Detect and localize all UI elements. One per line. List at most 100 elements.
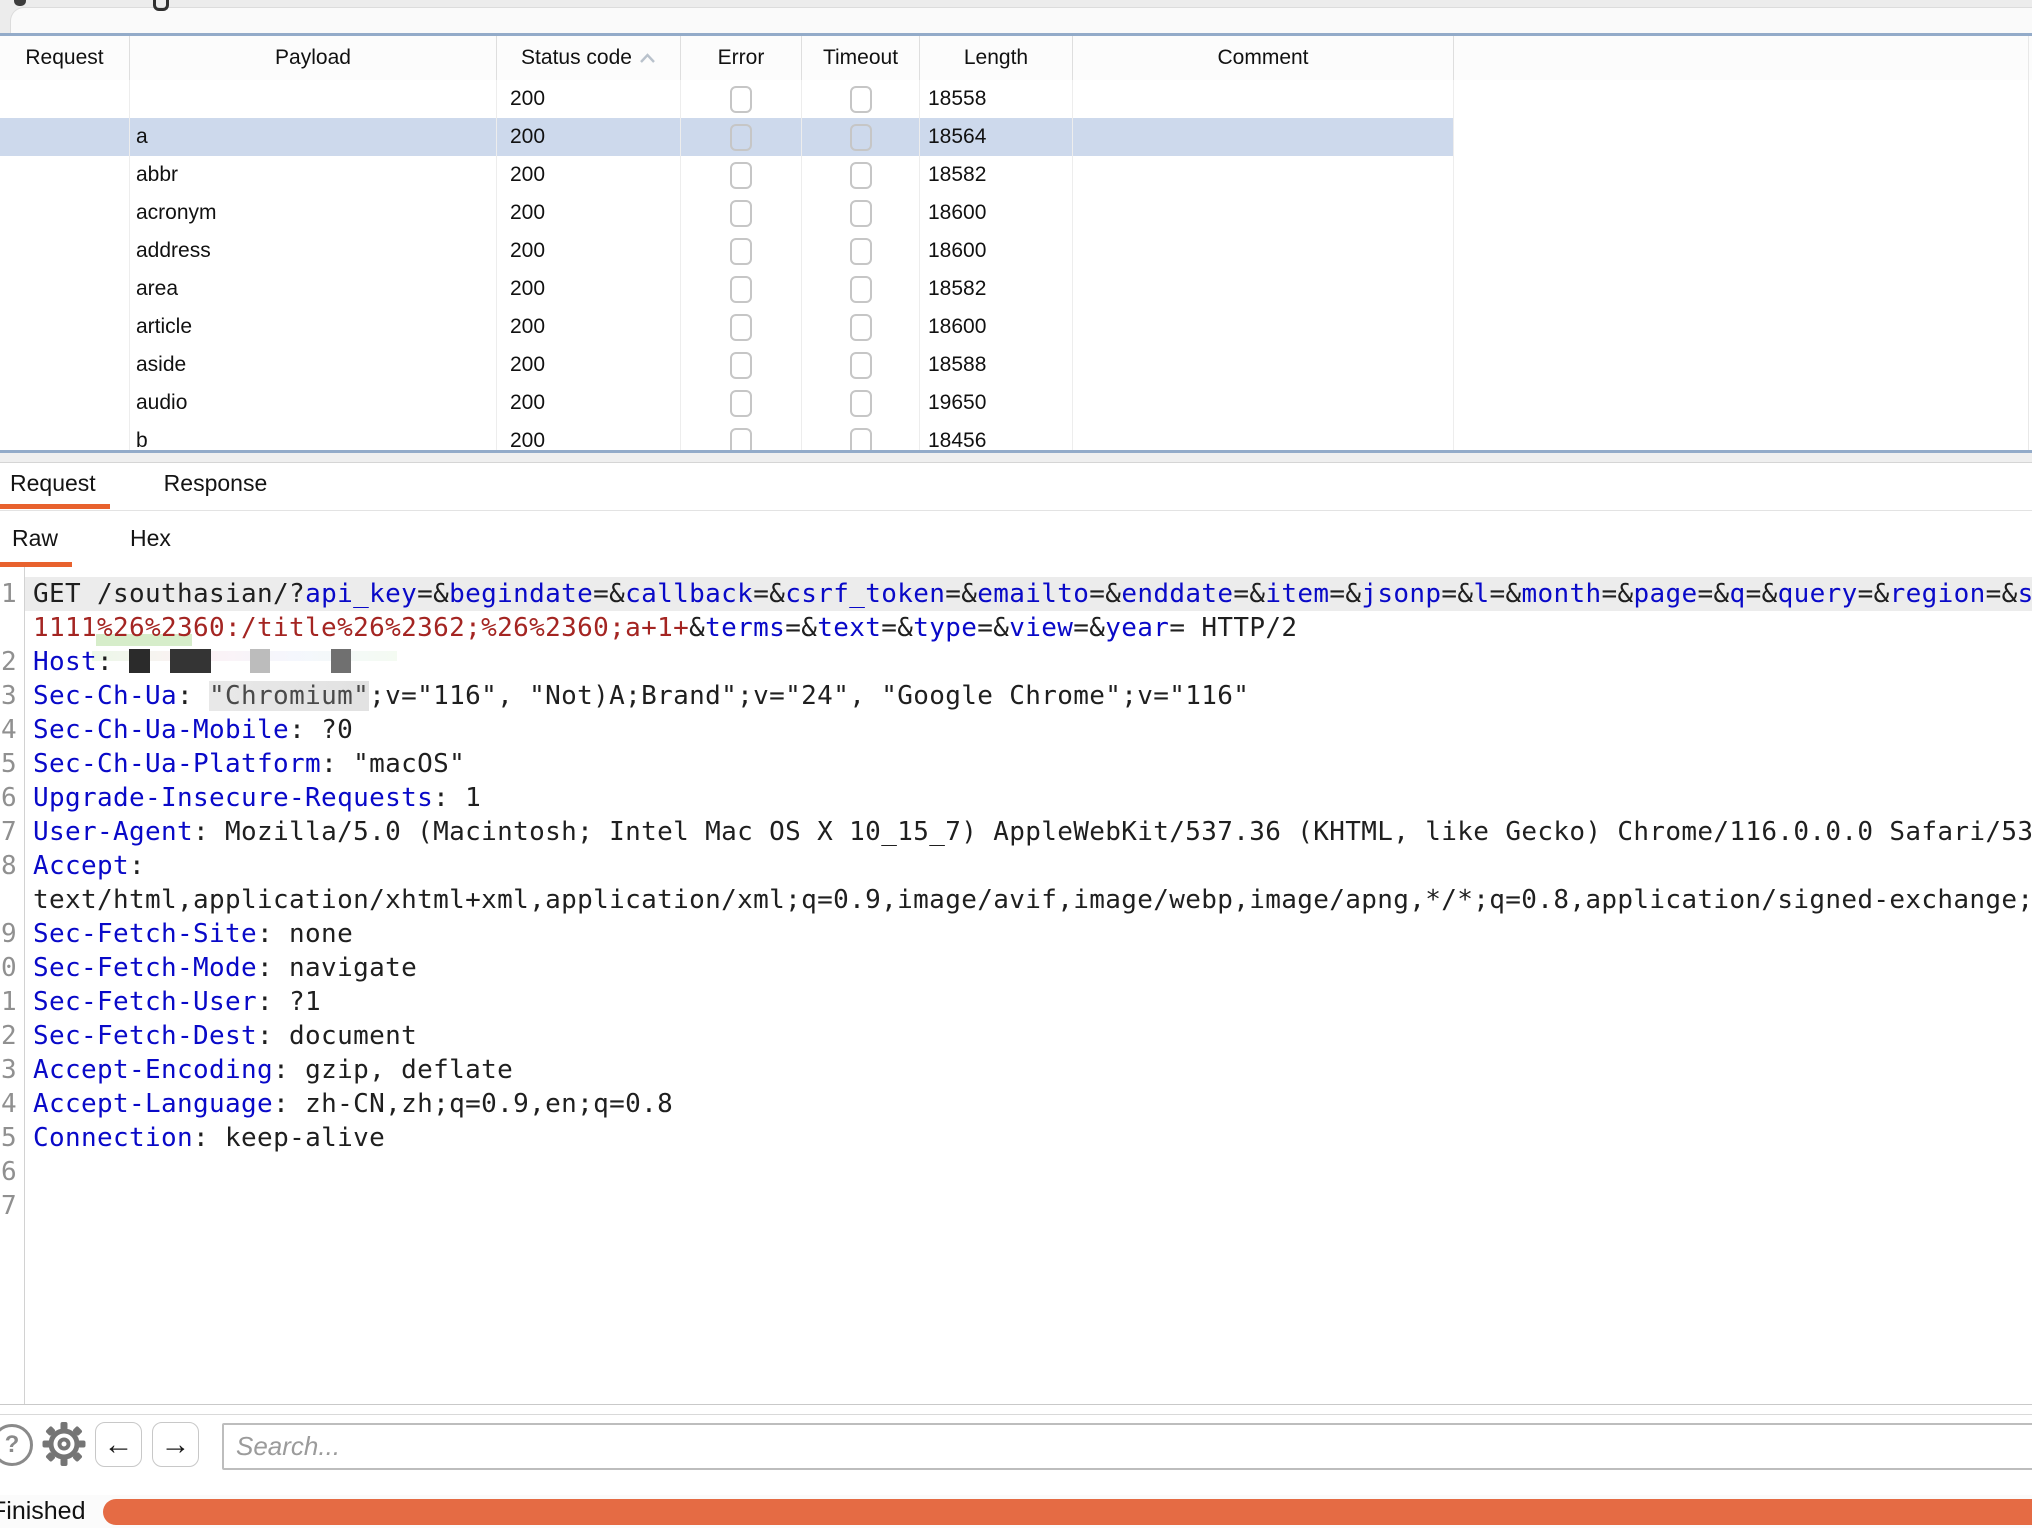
toolbar-divider — [0, 1404, 2032, 1405]
token: page — [1634, 579, 1698, 609]
request-editor[interactable]: 1GET /southasian/?api_key=&begindate=&ca… — [0, 567, 2032, 1404]
request-cell — [0, 346, 130, 384]
error-checkbox[interactable] — [730, 314, 752, 341]
timeout-checkbox[interactable] — [850, 86, 872, 113]
left-arrow-icon: ← — [104, 1428, 134, 1462]
comment-cell — [1073, 270, 1454, 308]
header-filler — [1454, 36, 2032, 80]
token: : none — [257, 919, 353, 949]
table-row[interactable]: abbr 200 18582 — [0, 156, 1454, 194]
timeout-checkbox[interactable] — [850, 162, 872, 189]
timeout-checkbox[interactable] — [850, 428, 872, 451]
status-value: 200 — [510, 353, 545, 376]
error-checkbox[interactable] — [730, 162, 752, 189]
status-cell: 200 — [497, 118, 681, 156]
status-value: 200 — [510, 315, 545, 338]
token: =& — [593, 579, 625, 609]
error-cell — [681, 80, 802, 118]
request-line: 5Connection: keep-alive — [0, 1121, 2032, 1155]
line-content: Sec-Ch-Ua-Platform: "macOS" — [33, 747, 465, 781]
horizontal-splitter[interactable] — [0, 453, 2032, 463]
request-cell — [0, 80, 130, 118]
error-cell — [681, 232, 802, 270]
line-number: 7 — [0, 1189, 17, 1223]
sort-ascending-icon — [639, 53, 656, 64]
search-input[interactable] — [222, 1423, 2032, 1470]
table-row[interactable]: a20018564 — [0, 118, 1454, 156]
line-content: Sec-Fetch-Mode: navigate — [33, 951, 417, 985]
view-tab-raw[interactable]: Raw — [0, 514, 72, 567]
column-header-comment[interactable]: Comment — [1073, 36, 1454, 80]
line-content: Accept-Language: zh-CN,zh;q=0.9,en;q=0.8 — [33, 1087, 673, 1121]
line-content: 1111%26%2360:/title%26%2362;%26%2360;a+1… — [33, 611, 1297, 645]
token: Accept — [33, 851, 129, 881]
comment-cell — [1073, 156, 1454, 194]
timeout-checkbox[interactable] — [850, 352, 872, 379]
tab-request[interactable]: Request — [0, 462, 110, 509]
error-checkbox[interactable] — [730, 428, 752, 451]
table-row[interactable]: audio20019650 — [0, 384, 1454, 422]
table-row[interactable]: area20018582 — [0, 270, 1454, 308]
error-checkbox[interactable] — [730, 352, 752, 379]
table-row[interactable]: address20018600 — [0, 232, 1454, 270]
comment-cell — [1073, 422, 1454, 450]
length-value: 18582 — [928, 277, 986, 300]
column-header-payload[interactable]: Payload — [130, 36, 497, 80]
token: =& — [753, 579, 785, 609]
table-row[interactable]: acronym20018600 — [0, 194, 1454, 232]
error-checkbox[interactable] — [730, 276, 752, 303]
attack-status-label: Finished — [0, 1497, 86, 1526]
token: =& — [1441, 579, 1473, 609]
previous-match-button[interactable]: ← — [95, 1422, 142, 1467]
error-cell — [681, 270, 802, 308]
request-cell — [0, 270, 130, 308]
table-row[interactable]: aside20018588 — [0, 346, 1454, 384]
status-value: 200 — [510, 163, 545, 186]
table-row[interactable]: 20018558 — [0, 80, 1454, 118]
view-tab-hex[interactable]: Hex — [118, 514, 185, 567]
line-number: 6 — [0, 1155, 17, 1189]
line-number: 3 — [0, 679, 17, 713]
timeout-cell — [802, 384, 920, 422]
line-number: 4 — [0, 1087, 17, 1121]
error-checkbox[interactable] — [730, 390, 752, 417]
line-content: Sec-Ch-Ua: "Chromium";v="116", "Not)A;Br… — [33, 679, 1249, 713]
tab-response[interactable]: Response — [154, 462, 282, 509]
length-value: 18600 — [928, 239, 986, 262]
timeout-checkbox[interactable] — [850, 276, 872, 303]
line-content: Accept-Encoding: gzip, deflate — [33, 1053, 513, 1087]
status-value: 200 — [510, 239, 545, 262]
error-checkbox[interactable] — [730, 86, 752, 113]
payload-cell: abbr — [130, 156, 497, 194]
line-content: text/html,application/xhtml+xml,applicat… — [33, 883, 2032, 917]
message-tabs: Request Response — [0, 462, 281, 509]
length-value: 18582 — [928, 163, 986, 186]
line-content: Sec-Fetch-Dest: document — [33, 1019, 417, 1053]
error-checkbox[interactable] — [730, 124, 752, 151]
error-cell — [681, 308, 802, 346]
token: csrf_token — [785, 579, 945, 609]
next-match-button[interactable]: → — [152, 1422, 199, 1467]
column-header-timeout[interactable]: Timeout — [802, 36, 920, 80]
error-checkbox[interactable] — [730, 238, 752, 265]
error-checkbox[interactable] — [730, 200, 752, 227]
tabs-divider — [0, 510, 2032, 511]
payload-cell: acronym — [130, 194, 497, 232]
timeout-checkbox[interactable] — [850, 200, 872, 227]
timeout-checkbox[interactable] — [850, 390, 872, 417]
column-header-request[interactable]: Request — [0, 36, 130, 80]
token: Sec-Fetch-User — [33, 987, 257, 1017]
table-row[interactable]: article20018600 — [0, 308, 1454, 346]
token: : document — [257, 1021, 417, 1051]
column-header-status-code[interactable]: Status code — [497, 36, 681, 80]
table-row[interactable]: 0b20018456 — [0, 422, 1454, 450]
token: Host — [33, 647, 97, 677]
column-header-error[interactable]: Error — [681, 36, 802, 80]
timeout-cell — [802, 346, 920, 384]
timeout-checkbox[interactable] — [850, 314, 872, 341]
timeout-checkbox[interactable] — [850, 124, 872, 151]
gear-icon[interactable] — [42, 1421, 86, 1467]
column-header-length[interactable]: Length — [920, 36, 1073, 80]
timeout-checkbox[interactable] — [850, 238, 872, 265]
line-number: 5 — [0, 747, 17, 781]
